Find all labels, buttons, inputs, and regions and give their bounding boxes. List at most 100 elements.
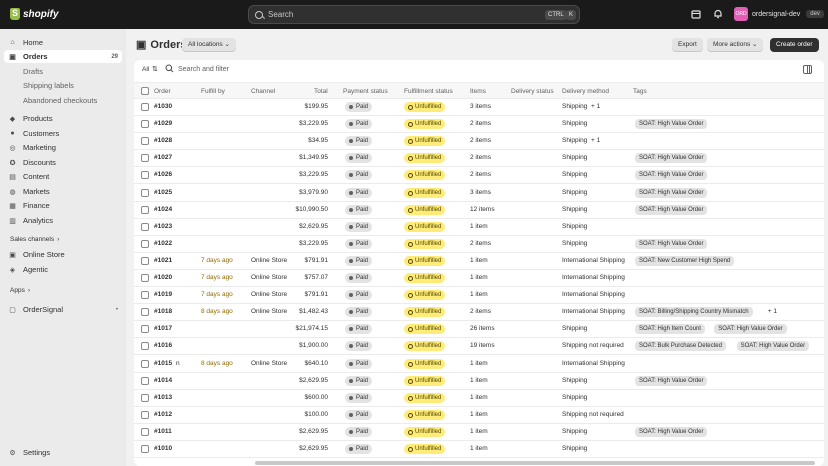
item-count[interactable]: 1 item bbox=[470, 291, 488, 298]
table-row[interactable]: #1016 $1,900.00 Paid Unfulfilled 19 items Shi… bbox=[134, 338, 824, 356]
row-checkbox[interactable] bbox=[141, 308, 149, 317]
table-row[interactable]: #1026 $3,229.95 Paid Unfulfilled 2 items Ship… bbox=[134, 167, 824, 185]
item-count[interactable]: 2 items bbox=[470, 154, 491, 161]
order-number[interactable]: #1023 bbox=[154, 223, 172, 230]
col-fulfill-by[interactable]: Fulfill by bbox=[201, 88, 225, 95]
item-count[interactable]: 1 item bbox=[470, 428, 488, 435]
item-count[interactable]: 3 items bbox=[470, 189, 491, 196]
item-count[interactable]: 1 item bbox=[470, 274, 488, 281]
order-number[interactable]: #1024 bbox=[154, 206, 172, 213]
col-order[interactable]: Order bbox=[154, 88, 171, 95]
sidebar-item-home[interactable]: ⌂ Home bbox=[4, 36, 122, 49]
table-row[interactable]: #1022 $3,229.95 Paid Unfulfilled 2 items Ship… bbox=[134, 236, 824, 253]
select-all-checkbox[interactable] bbox=[141, 87, 149, 95]
table-row[interactable]: #1023 $2,629.95 Paid Unfulfilled 1 item Shipp… bbox=[134, 219, 824, 236]
sidebar-item-settings[interactable]: ⚙ Settings bbox=[4, 446, 122, 459]
delivery-method-more[interactable]: + 1 bbox=[591, 137, 600, 144]
row-checkbox[interactable] bbox=[141, 342, 149, 351]
item-count[interactable]: 26 items bbox=[470, 325, 495, 332]
table-row[interactable]: #1017 $21,974.15 Paid Unfulfilled 26 items Sh… bbox=[134, 321, 824, 339]
bell-icon[interactable] bbox=[713, 9, 723, 19]
item-count[interactable]: 2 items bbox=[470, 240, 491, 247]
row-checkbox[interactable] bbox=[141, 427, 149, 436]
col-tags[interactable]: Tags bbox=[633, 88, 647, 95]
horizontal-scrollbar[interactable] bbox=[255, 461, 815, 465]
pin-icon[interactable]: • bbox=[116, 307, 118, 313]
item-count[interactable]: 12 items bbox=[470, 206, 495, 213]
sidebar-item-products[interactable]: ◆ Products bbox=[4, 112, 122, 125]
row-checkbox[interactable] bbox=[141, 325, 149, 334]
order-number[interactable]: #1020 bbox=[154, 274, 172, 281]
sidebar-item-abandoned-checkouts[interactable]: Abandoned checkouts bbox=[4, 94, 122, 107]
more-actions-button[interactable]: More actions ⌄ bbox=[707, 38, 764, 52]
row-checkbox[interactable] bbox=[141, 445, 149, 453]
col-delivery-status[interactable]: Delivery status bbox=[511, 88, 554, 95]
order-number[interactable]: #1016 bbox=[154, 342, 172, 349]
sidebar-item-orders[interactable]: ▣ Orders 29 bbox=[4, 50, 122, 63]
search-input[interactable]: Search CTRL K bbox=[248, 5, 580, 24]
store-switcher[interactable]: ORD ordersignal-dev dev bbox=[734, 7, 824, 21]
row-checkbox[interactable] bbox=[141, 410, 149, 419]
search-filter-input[interactable]: Search and filter bbox=[178, 66, 229, 73]
row-checkbox[interactable] bbox=[141, 291, 149, 300]
order-number[interactable]: #1015 bbox=[154, 360, 172, 367]
table-row[interactable]: #1029 $3,229.95 Paid Unfulfilled 2 items Ship… bbox=[134, 116, 824, 134]
sidebar-item-analytics[interactable]: ▥ Analytics bbox=[4, 214, 122, 227]
row-checkbox[interactable] bbox=[141, 103, 149, 111]
item-count[interactable]: 2 items bbox=[470, 308, 491, 315]
table-row[interactable]: #1014 $2,629.95 Paid Unfulfilled 1 item Shipp… bbox=[134, 373, 824, 390]
order-number[interactable]: #1029 bbox=[154, 120, 172, 127]
table-row[interactable]: #1025 $3,979.90 Paid Unfulfilled 3 items Ship… bbox=[134, 185, 824, 202]
table-row[interactable]: #1028 $34.95 Paid Unfulfilled 2 items Shippin… bbox=[134, 133, 824, 151]
row-checkbox[interactable] bbox=[141, 205, 149, 214]
sales-channels-heading[interactable]: Sales channels › bbox=[10, 236, 59, 243]
item-count[interactable]: 19 items bbox=[470, 342, 495, 349]
order-number[interactable]: #1012 bbox=[154, 411, 172, 418]
row-checkbox[interactable] bbox=[141, 359, 149, 368]
delivery-method-more[interactable]: + 1 bbox=[591, 103, 600, 110]
table-row[interactable]: #1010 $2,629.95 Paid Unfulfilled 1 item Shipp… bbox=[134, 441, 824, 458]
row-checkbox[interactable] bbox=[141, 256, 149, 265]
sort-icon[interactable]: ⇅ bbox=[152, 65, 158, 73]
col-channel[interactable]: Channel bbox=[251, 88, 275, 95]
order-number[interactable]: #1011 bbox=[154, 428, 172, 435]
order-number[interactable]: #1025 bbox=[154, 189, 172, 196]
row-checkbox[interactable] bbox=[141, 376, 149, 385]
order-number[interactable]: #1028 bbox=[154, 137, 172, 144]
order-number[interactable]: #1026 bbox=[154, 171, 172, 178]
order-number[interactable]: #1013 bbox=[154, 394, 172, 401]
row-checkbox[interactable] bbox=[141, 154, 149, 163]
sidebar-item-marketing[interactable]: ◎ Marketing bbox=[4, 141, 122, 154]
table-row[interactable]: #1019 7 days ago Online Store $791.91 Paid Un… bbox=[134, 287, 824, 305]
create-order-button[interactable]: Create order bbox=[770, 38, 819, 52]
item-count[interactable]: 1 item bbox=[470, 394, 488, 401]
tags-more[interactable]: + 1 bbox=[768, 308, 777, 315]
table-row[interactable]: #1013 $600.00 Paid Unfulfilled 1 item Shippin… bbox=[134, 390, 824, 407]
sidebar-item-content[interactable]: ▤ Content bbox=[4, 170, 122, 183]
row-checkbox[interactable] bbox=[141, 137, 149, 146]
order-number[interactable]: #1019 bbox=[154, 291, 172, 298]
order-number[interactable]: #1027 bbox=[154, 154, 172, 161]
apps-heading[interactable]: Apps › bbox=[10, 287, 30, 294]
table-row[interactable]: #1030 $199.95 Paid Unfulfilled 3 items Shippi… bbox=[134, 99, 824, 116]
sidebar-item-finance[interactable]: ▦ Finance bbox=[4, 199, 122, 212]
order-number[interactable]: #1010 bbox=[154, 445, 172, 452]
tab-all[interactable]: All bbox=[142, 66, 149, 73]
row-checkbox[interactable] bbox=[141, 120, 149, 129]
order-number[interactable]: #1014 bbox=[154, 377, 172, 384]
item-count[interactable]: 1 item bbox=[470, 377, 488, 384]
columns-icon[interactable] bbox=[803, 65, 812, 74]
item-count[interactable]: 1 item bbox=[470, 223, 488, 230]
col-fulfillment-status[interactable]: Fulfillment status bbox=[404, 88, 453, 95]
row-checkbox[interactable] bbox=[141, 222, 149, 231]
order-number[interactable]: #1018 bbox=[154, 308, 172, 315]
store-icon[interactable] bbox=[691, 9, 701, 19]
sidebar-item-agentic[interactable]: ◈ Agentic bbox=[4, 263, 122, 276]
table-row[interactable]: n #1015 8 days ago Online Store $640.10 Paid U… bbox=[134, 356, 824, 373]
col-items[interactable]: Items bbox=[470, 88, 486, 95]
row-checkbox[interactable] bbox=[141, 274, 149, 282]
item-count[interactable]: 1 item bbox=[470, 257, 488, 264]
row-checkbox[interactable] bbox=[141, 171, 149, 180]
sidebar-item-markets[interactable]: ◍ Markets bbox=[4, 185, 122, 198]
shopify-logo[interactable]: shopify bbox=[10, 8, 59, 20]
